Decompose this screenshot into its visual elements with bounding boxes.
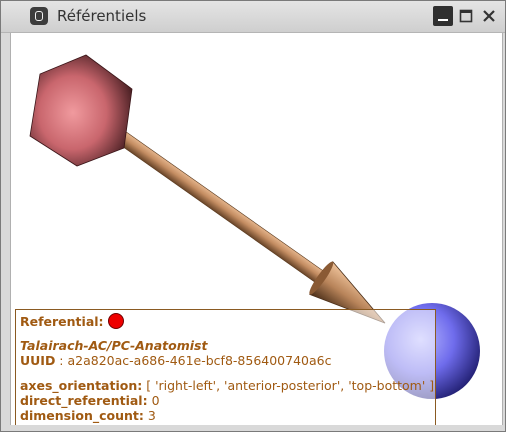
referential-name: Talairach-AC/PC-Anatomist	[20, 338, 208, 353]
referential-transform-arrow[interactable]	[105, 118, 396, 340]
referential-row: Referential:	[20, 313, 435, 329]
uuid-value: : a2a820ac-a686-461e-bcf8-856400740a6c	[55, 353, 332, 368]
hexagon-referential-node[interactable]	[29, 54, 133, 167]
referential-name-row: Talairach-AC/PC-Anatomist	[20, 338, 435, 353]
dimension-count-value: 3	[143, 408, 156, 423]
referential-dot-icon	[107, 313, 124, 329]
minimize-button[interactable]	[433, 6, 453, 26]
close-icon	[483, 10, 495, 22]
uuid-label: UUID	[20, 353, 56, 368]
maximize-icon	[459, 9, 473, 23]
dimension-count-row: dimension_count: 3	[20, 408, 435, 423]
window-title: Référentiels	[57, 7, 147, 25]
app-icon[interactable]	[30, 7, 48, 25]
axes-orientation-value: [ 'right-left', 'anterior-posterior', 't…	[142, 378, 435, 393]
close-button[interactable]	[479, 6, 499, 26]
minimize-icon	[438, 19, 448, 21]
arrow-shaft	[112, 127, 338, 293]
direct-referential-value: 0	[147, 393, 160, 408]
maximize-button[interactable]	[456, 6, 476, 26]
referential-label: Referential:	[20, 314, 104, 329]
direct-referential-row: direct_referential: 0	[20, 393, 435, 408]
dimension-count-label: dimension_count:	[20, 408, 144, 423]
title-bar[interactable]: Référentiels	[1, 1, 505, 33]
direct-referential-label: direct_referential:	[20, 393, 148, 408]
axes-orientation-label: axes_orientation:	[20, 378, 143, 393]
referential-info-panel: Referential: Talairach-AC/PC-Anatomist U…	[15, 309, 436, 425]
axes-orientation-row: axes_orientation: [ 'right-left', 'anter…	[20, 378, 435, 393]
referentials-window: Référentiels Referential: Talairach-AC/P…	[0, 0, 506, 432]
3d-view-canvas[interactable]: Referential: Talairach-AC/PC-Anatomist U…	[10, 33, 503, 425]
uuid-row: UUID : a2a820ac-a686-461e-bcf8-856400740…	[20, 353, 435, 368]
